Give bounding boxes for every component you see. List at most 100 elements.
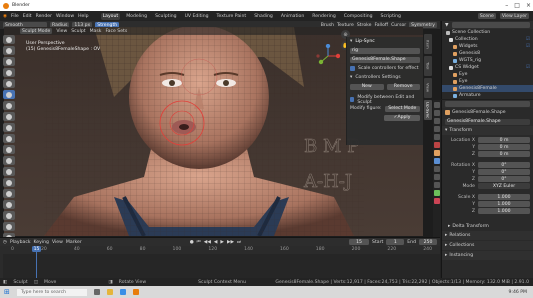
menu-view[interactable]: View: [52, 240, 63, 245]
menu-sculpt[interactable]: Sculpt: [71, 29, 85, 34]
frame-ruler[interactable]: 0 20 40 60 80 100 120 140 160 180 200 22…: [3, 247, 440, 253]
checkbox-modify[interactable]: [350, 97, 355, 102]
checkbox-scale[interactable]: [350, 66, 355, 71]
scale-z-field[interactable]: 1.000: [478, 208, 530, 214]
world-props-icon[interactable]: [434, 142, 440, 148]
menu-face-sets[interactable]: Face Sets: [105, 29, 127, 34]
object-props-icon[interactable]: [434, 150, 440, 156]
shape-field[interactable]: Genesis8Female.Shape: [350, 56, 420, 63]
blender-taskbar-icon[interactable]: [132, 289, 139, 295]
tab-compositing[interactable]: Compositing: [342, 13, 375, 20]
menu-view[interactable]: View: [56, 29, 67, 34]
tool-props-icon[interactable]: [434, 102, 440, 108]
modify-mode-select[interactable]: Select Mode: [384, 105, 420, 112]
tool-layer[interactable]: [3, 79, 15, 88]
tab-layout[interactable]: Layout: [100, 12, 121, 20]
scene-selector[interactable]: Scene: [477, 13, 496, 19]
outliner-scene-collection[interactable]: Scene Collection: [442, 29, 533, 36]
menu-edit[interactable]: Edit: [23, 14, 32, 19]
rotation-x-field[interactable]: 0°: [478, 162, 530, 168]
location-x-field[interactable]: 0 m: [478, 137, 530, 143]
scale-x-field[interactable]: 1.000: [478, 194, 530, 200]
apply-button[interactable]: ✓ Apply: [384, 114, 420, 121]
tool-crease[interactable]: [3, 123, 15, 132]
outliner-row[interactable]: CS Widget ☑: [442, 64, 533, 71]
tool-clay[interactable]: [3, 57, 15, 66]
checkbox-icon[interactable]: ☑: [526, 44, 530, 49]
collections-header[interactable]: ▸ Collections: [442, 241, 533, 250]
menu-marker[interactable]: Marker: [66, 240, 82, 245]
navigation-gizmo[interactable]: [316, 43, 341, 68]
tab-texture-paint[interactable]: Texture Paint: [215, 13, 249, 20]
output-props-icon[interactable]: [434, 118, 440, 124]
data-props-icon[interactable]: [434, 190, 440, 196]
tool-pose[interactable]: [3, 211, 15, 220]
tool-clay-strips[interactable]: [3, 68, 15, 77]
jump-end-icon[interactable]: ⏭: [237, 239, 241, 245]
menu-window[interactable]: Window: [56, 14, 74, 19]
tab-shading[interactable]: Shading: [252, 13, 275, 20]
minimize-icon[interactable]: –: [505, 2, 508, 9]
play-icon[interactable]: ▶: [220, 240, 224, 245]
mode-selector[interactable]: Sculpt Mode: [20, 28, 53, 34]
menu-keying[interactable]: Keying: [34, 240, 49, 245]
transform-header[interactable]: ▾ Transform: [442, 126, 533, 135]
instancing-header[interactable]: ▸ Instancing: [442, 251, 533, 260]
controllers-header[interactable]: ▾ Controllers Settings: [347, 73, 423, 82]
render-props-icon[interactable]: [434, 110, 440, 116]
tab-uv-editing[interactable]: UV Editing: [183, 13, 211, 20]
particles-props-icon[interactable]: [434, 166, 440, 172]
outliner-row[interactable]: Eye: [442, 78, 533, 85]
start-frame-field[interactable]: 1: [386, 239, 405, 245]
next-key-icon[interactable]: ▶▶: [227, 240, 234, 245]
sidebar-tab-lipsync[interactable]: Lip-Sync: [424, 100, 432, 120]
current-frame-field[interactable]: 15: [349, 239, 370, 245]
rotation-z-field[interactable]: 0°: [478, 176, 530, 182]
scene-props-icon[interactable]: [434, 134, 440, 140]
play-reverse-icon[interactable]: ◀: [214, 240, 218, 245]
menu-mask[interactable]: Mask: [90, 29, 102, 34]
view-layer-selector[interactable]: View Layer: [499, 13, 529, 19]
location-y-field[interactable]: 0 m: [478, 144, 530, 150]
object-name-field[interactable]: Genesis8Female.Shape: [445, 118, 530, 125]
menu-playback[interactable]: Playback: [10, 240, 31, 245]
view-layer-props-icon[interactable]: [434, 126, 440, 132]
rotation-mode-select[interactable]: XYZ Euler: [478, 183, 530, 189]
timeline-editor-icon[interactable]: ◷: [3, 240, 7, 245]
physics-props-icon[interactable]: [434, 174, 440, 180]
rig-field[interactable]: rig: [350, 47, 420, 54]
tab-modeling[interactable]: Modeling: [124, 13, 149, 20]
sidebar-tab-item[interactable]: Item: [424, 34, 432, 54]
material-props-icon[interactable]: [434, 198, 440, 204]
outliner-row[interactable]: Genesis8Female: [442, 85, 533, 92]
delta-transform-header[interactable]: ▸ Delta Transform: [442, 222, 533, 231]
tool-inflate[interactable]: [3, 101, 15, 110]
location-z-field[interactable]: 0 m: [478, 151, 530, 157]
constraints-props-icon[interactable]: [434, 182, 440, 188]
tool-draw[interactable]: [3, 35, 15, 44]
lipsync-header[interactable]: ▾ Lip-Sync: [347, 37, 423, 46]
outliner-row[interactable]: Widgets ☑: [442, 43, 533, 50]
taskbar-search[interactable]: Type here to search: [16, 288, 87, 296]
new-button[interactable]: New: [350, 83, 384, 90]
relations-header[interactable]: ▸ Relations: [442, 231, 533, 240]
task-view-icon[interactable]: [93, 289, 100, 295]
scale-y-field[interactable]: 1.000: [478, 201, 530, 207]
checkbox-icon[interactable]: ☑: [526, 65, 530, 70]
tool-flatten[interactable]: [3, 134, 15, 143]
checkbox-icon[interactable]: ☑: [526, 37, 530, 42]
tool-fill[interactable]: [3, 145, 15, 154]
outliner-row[interactable]: Eye: [442, 71, 533, 78]
filter-icon[interactable]: ▼: [445, 23, 449, 28]
outliner-search[interactable]: [451, 22, 530, 28]
tab-animation[interactable]: Animation: [279, 13, 306, 20]
tool-smooth[interactable]: [3, 90, 15, 99]
file-explorer-icon[interactable]: [106, 289, 113, 295]
outliner-row[interactable]: Genesis8: [442, 50, 533, 57]
tool-scrape[interactable]: [3, 156, 15, 165]
tab-sculpting[interactable]: Sculpting: [153, 13, 178, 20]
properties-search[interactable]: [445, 101, 530, 107]
maximize-icon[interactable]: □: [514, 2, 520, 9]
modifier-props-icon[interactable]: [434, 158, 440, 164]
tool-blob[interactable]: [3, 112, 15, 121]
